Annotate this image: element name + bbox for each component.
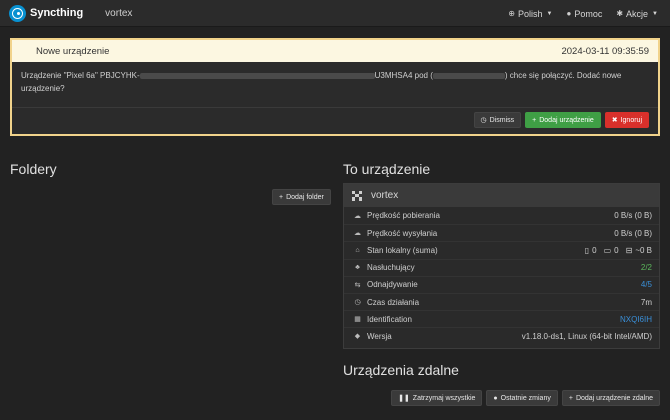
stat-value: 7m [640, 297, 652, 307]
stat-label: Nasłuchujący [367, 263, 415, 273]
info-icon: ● [493, 394, 498, 402]
tag-icon: ◆ [354, 333, 361, 341]
add-folder-button[interactable]: + Dodaj folder [272, 189, 331, 205]
top-navbar: Syncthing vortex ⊕ Polish ▼ ● Pomoc ✱ Ak… [0, 0, 670, 27]
message-text: U3MHSA4 pod ( [374, 71, 433, 80]
cloud-download-icon: ☁ [354, 212, 361, 220]
notification-header: Nowe urządzenie 2024-03-11 09:35:59 [12, 40, 658, 62]
files-count: 0 [592, 245, 597, 255]
globe-icon: ⊕ [508, 9, 515, 18]
stat-label: Prędkość pobierania [367, 211, 440, 221]
size-value: ~0 B [635, 245, 652, 255]
redacted-device-id [139, 72, 375, 79]
add-device-button[interactable]: + Dodaj urządzenie [525, 112, 601, 128]
stat-label: Prędkość wysyłania [367, 228, 438, 238]
recent-changes-button[interactable]: ● Ostatnie zmiany [486, 390, 558, 406]
caret-down-icon: ▼ [546, 10, 553, 17]
dirs-count: 0 [614, 245, 619, 255]
stat-label: Stan lokalny (suma) [367, 245, 438, 255]
question-icon: ● [566, 9, 572, 18]
stat-row-download-rate: ☁ Prędkość pobierania 0 B/s (0 B) [344, 207, 659, 224]
add-folder-label: Dodaj folder [286, 193, 324, 201]
ignore-button[interactable]: ✖ Ignoruj [604, 112, 649, 128]
dismiss-button[interactable]: ◷ Dismiss [473, 112, 522, 128]
pause-all-label: Zatrzymaj wszystkie [412, 394, 476, 402]
stat-row-upload-rate: ☁ Prędkość wysyłania 0 B/s (0 B) [344, 224, 659, 241]
stat-row-listeners: ♣ Nasłuchujący 2/2 [344, 258, 659, 276]
cloud-upload-icon: ☁ [354, 230, 361, 238]
stat-row-identification: ▦ Identification NXQI6IH [344, 310, 659, 327]
stat-row-discovery: ⇆ Odnajdywanie 4/5 [344, 275, 659, 293]
add-remote-device-button[interactable]: + Dodaj urządzenie zdalne [561, 390, 660, 406]
actions-menu[interactable]: ✱ Akcje ▼ [616, 9, 658, 19]
recent-changes-label: Ostatnie zmiany [500, 394, 551, 402]
new-device-notification: Nowe urządzenie 2024-03-11 09:35:59 Urzą… [10, 38, 660, 136]
plus-icon: + [568, 394, 573, 402]
file-icon: ▯ [584, 245, 590, 255]
stat-row-uptime: ◷ Czas działania 7m [344, 292, 659, 310]
brand-name: Syncthing [30, 7, 84, 19]
ignore-label: Ignoruj [620, 116, 642, 124]
stat-row-local-state: ⌂ Stan lokalny (suma) ▯ 0 ▭ 0 ⊟ ~0 B [344, 241, 659, 258]
actions-label: Akcje [626, 8, 649, 19]
stat-value: v1.18.0-ds1, Linux (64-bit Intel/AMD) [521, 331, 652, 341]
home-icon: ⌂ [355, 246, 360, 254]
add-device-label: Dodaj urządzenie [539, 116, 594, 124]
signpost-icon: ⇆ [354, 281, 361, 289]
plus-icon: + [279, 193, 284, 201]
stat-value: 0 B/s (0 B) [614, 211, 652, 221]
help-link[interactable]: ● Pomoc [566, 9, 602, 19]
folders-heading: Foldery [10, 161, 57, 177]
pause-all-button[interactable]: ❚❚ Zatrzymaj wszystkie [391, 390, 483, 406]
stat-label: Identification [367, 314, 412, 324]
notification-actions: ◷ Dismiss + Dodaj urządzenie ✖ Ignoruj [12, 108, 658, 128]
brand-logo-link[interactable]: Syncthing [9, 4, 84, 22]
clock-icon: ◷ [354, 299, 361, 307]
this-device-name: vortex [371, 190, 399, 201]
notification-message: Urządzenie "Pixel 6a" PBJCYHK- U3MHSA4 po… [12, 62, 658, 108]
notification-timestamp: 2024-03-11 09:35:59 [561, 45, 649, 57]
discovery-status-link[interactable]: 4/5 [641, 280, 652, 289]
stat-value: ▯ 0 ▭ 0 ⊟ ~0 B [585, 246, 652, 255]
message-text: Urządzenie "Pixel 6a" PBJCYHK- [21, 71, 140, 80]
stat-label: Wersja [367, 331, 392, 341]
syncthing-logo-icon [9, 4, 26, 22]
sitemap-icon: ♣ [355, 264, 360, 272]
close-icon: ✖ [611, 117, 618, 124]
redacted-address [432, 72, 505, 79]
stat-label: Czas działania [367, 297, 420, 307]
notification-title: Nowe urządzenie [36, 45, 110, 57]
device-identicon-icon [352, 190, 362, 201]
folder-icon: ▭ [603, 245, 612, 255]
help-label: Pomoc [574, 8, 603, 19]
listeners-status-link[interactable]: 2/2 [641, 263, 652, 272]
plus-icon: + [532, 116, 537, 124]
stat-label: Odnajdywanie [367, 280, 418, 290]
add-remote-device-label: Dodaj urządzenie zdalne [575, 394, 653, 402]
this-device-panel-header[interactable]: vortex [344, 184, 659, 207]
pause-icon: ❚❚ [398, 395, 410, 402]
this-device-panel: vortex ☁ Prędkość pobierania 0 B/s (0 B) … [343, 183, 660, 349]
gear-icon: ✱ [616, 9, 624, 18]
clock-icon: ◷ [480, 117, 487, 124]
remote-devices-actions: ❚❚ Zatrzymaj wszystkie ● Ostatnie zmiany… [391, 390, 660, 406]
navbar-device-name: vortex [105, 7, 133, 19]
hdd-icon: ⊟ [625, 245, 633, 255]
language-label: Polish [518, 8, 543, 19]
language-menu[interactable]: ⊕ Polish ▼ [508, 9, 552, 19]
remote-devices-heading: Urządzenia zdalne [343, 362, 459, 378]
stat-value: 0 B/s (0 B) [614, 228, 652, 238]
this-device-stats: ☁ Prędkość pobierania 0 B/s (0 B) ☁ Prędko… [344, 207, 659, 345]
qrcode-icon: ▦ [354, 316, 361, 324]
this-device-heading: To urządzenie [343, 161, 431, 177]
caret-down-icon: ▼ [652, 10, 658, 17]
stat-row-version: ◆ Wersja v1.18.0-ds1, Linux (64-bit Intel… [344, 327, 659, 344]
dismiss-label: Dismiss [489, 116, 515, 124]
device-id-link[interactable]: NXQI6IH [620, 315, 652, 324]
